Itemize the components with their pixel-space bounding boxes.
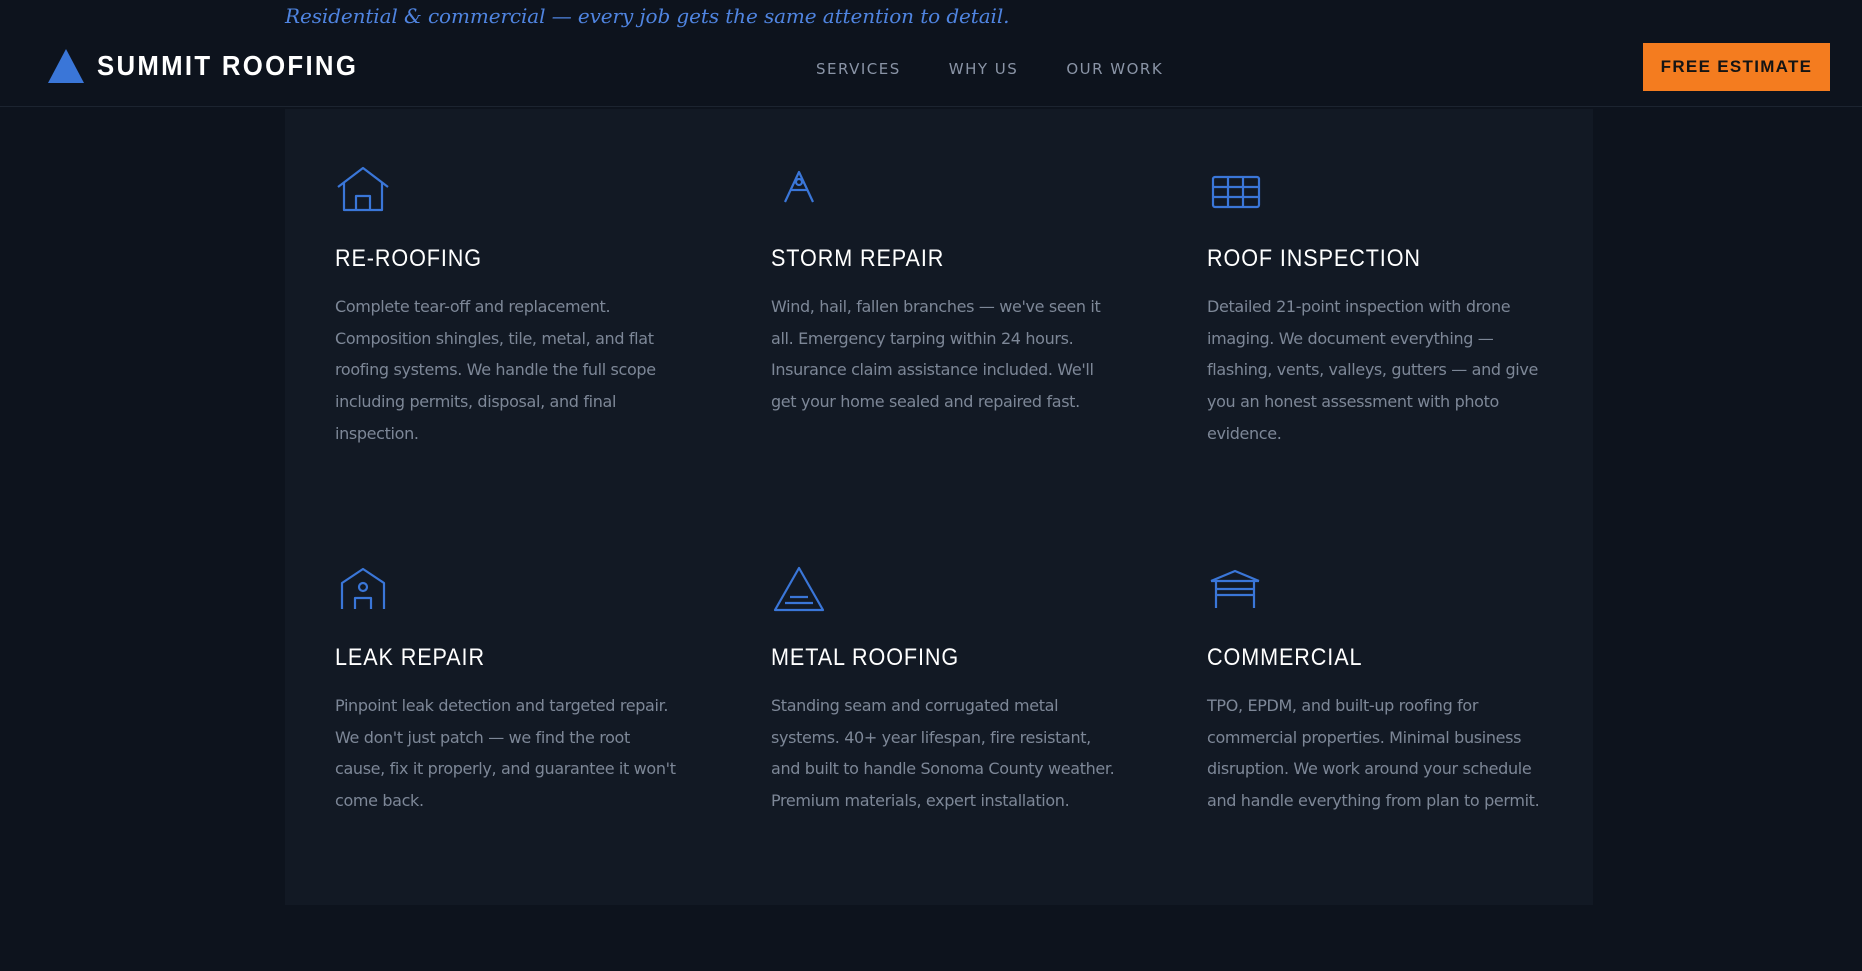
service-title: METAL ROOFING — [771, 644, 960, 671]
triangle-peak-icon — [48, 49, 84, 83]
service-description: Complete tear-off and replacement. Compo… — [335, 297, 656, 443]
metal-roof-icon — [771, 564, 831, 620]
commercial-building-icon — [1207, 564, 1267, 620]
service-title: RE-ROOFING — [335, 245, 482, 272]
nav-why-us[interactable]: WHY US — [949, 60, 1019, 78]
service-title: LEAK REPAIR — [335, 644, 485, 671]
service-description: Wind, hail, fallen branches — we've seen… — [771, 297, 1101, 412]
leak-house-icon — [335, 564, 395, 620]
nav-our-work[interactable]: OUR WORK — [1066, 60, 1163, 78]
service-title: ROOF INSPECTION — [1207, 245, 1421, 272]
brand-name: SUMMIT ROOFING — [97, 50, 359, 81]
free-estimate-button[interactable]: FREE ESTIMATE — [1643, 43, 1830, 91]
site-header: SUMMIT ROOFING SERVICES WHY US OUR WORK … — [0, 0, 1862, 107]
service-title: COMMERCIAL — [1207, 644, 1363, 671]
service-description: Standing seam and corrugated metal syste… — [771, 696, 1115, 811]
brand-logo[interactable]: SUMMIT ROOFING — [47, 48, 381, 84]
service-description: TPO, EPDM, and built-up roofing for comm… — [1207, 696, 1540, 811]
service-title: STORM REPAIR — [771, 245, 945, 272]
storm-peak-icon — [771, 165, 831, 221]
inspection-grid-icon — [1207, 165, 1267, 221]
services-panel: RE-ROOFING Complete tear-off and replace… — [285, 109, 1593, 905]
house-icon — [335, 165, 395, 221]
service-description: Pinpoint leak detection and targeted rep… — [335, 696, 676, 811]
nav-services[interactable]: SERVICES — [816, 60, 901, 78]
main-nav: SERVICES WHY US OUR WORK — [816, 60, 1163, 78]
service-description: Detailed 21-point inspection with drone … — [1207, 297, 1538, 443]
